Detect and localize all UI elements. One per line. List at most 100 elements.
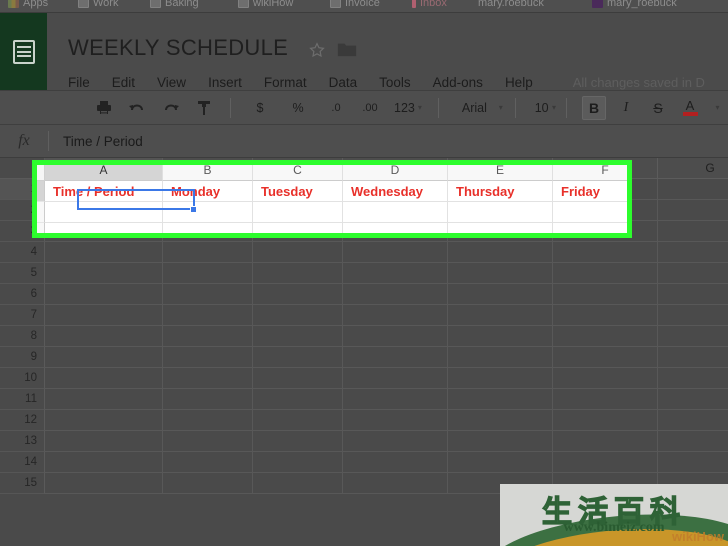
cell-C2[interactable]: [253, 200, 343, 221]
row-header-13[interactable]: 13: [0, 431, 45, 452]
menu-edit[interactable]: Edit: [112, 75, 135, 90]
star-outline-icon[interactable]: [308, 41, 326, 59]
cell-B11[interactable]: [163, 389, 253, 410]
percent-button[interactable]: %: [286, 96, 310, 120]
cell-E1[interactable]: Thursday: [448, 179, 553, 200]
cell-B7[interactable]: [163, 305, 253, 326]
cell-D12[interactable]: [343, 410, 448, 431]
row-header-4[interactable]: 4: [0, 242, 45, 263]
cell-F12[interactable]: [553, 410, 658, 431]
font-family-select[interactable]: Arial ▾: [456, 96, 509, 120]
cell-E14[interactable]: [448, 452, 553, 473]
bookmark-inbox[interactable]: Inbox: [412, 0, 447, 12]
row-header-7[interactable]: 7: [0, 305, 45, 326]
cell-B12[interactable]: [163, 410, 253, 431]
cell-E6[interactable]: [448, 284, 553, 305]
undo-button[interactable]: [124, 96, 150, 120]
row-header-1[interactable]: 1: [0, 179, 45, 200]
cell-C8[interactable]: [253, 326, 343, 347]
cell-E3[interactable]: [448, 221, 553, 242]
row-header-5[interactable]: 5: [0, 263, 45, 284]
column-header-a[interactable]: A: [45, 158, 163, 179]
cell-A4[interactable]: [45, 242, 163, 263]
cell-F8[interactable]: [553, 326, 658, 347]
cell-A12[interactable]: [45, 410, 163, 431]
cell-F1[interactable]: Friday: [553, 179, 658, 200]
print-button[interactable]: [92, 96, 116, 120]
cell-A8[interactable]: [45, 326, 163, 347]
cell-G13[interactable]: [658, 431, 728, 452]
row-header-14[interactable]: 14: [0, 452, 45, 473]
cell-G14[interactable]: [658, 452, 728, 473]
cell-C4[interactable]: [253, 242, 343, 263]
menu-file[interactable]: File: [68, 75, 90, 90]
redo-button[interactable]: [158, 96, 184, 120]
row-header-3[interactable]: 3: [0, 221, 45, 242]
row-header-10[interactable]: 10: [0, 368, 45, 389]
cell-A3[interactable]: [45, 221, 163, 242]
cell-F11[interactable]: [553, 389, 658, 410]
cell-F5[interactable]: [553, 263, 658, 284]
sheets-logo[interactable]: [0, 13, 47, 90]
cell-A15[interactable]: [45, 473, 163, 494]
bold-button[interactable]: B: [582, 95, 606, 120]
cell-D5[interactable]: [343, 263, 448, 284]
formula-input[interactable]: Time / Period: [49, 134, 143, 149]
cell-B4[interactable]: [163, 242, 253, 263]
menu-help[interactable]: Help: [505, 75, 533, 90]
cell-D6[interactable]: [343, 284, 448, 305]
font-size-select[interactable]: 10 ▾: [529, 96, 562, 120]
cell-C13[interactable]: [253, 431, 343, 452]
cell-B14[interactable]: [163, 452, 253, 473]
row-header-6[interactable]: 6: [0, 284, 45, 305]
cell-C10[interactable]: [253, 368, 343, 389]
decrease-decimal-button[interactable]: .0: [324, 96, 348, 120]
bookmark-work[interactable]: Work: [78, 0, 118, 12]
cell-E8[interactable]: [448, 326, 553, 347]
cell-G5[interactable]: [658, 263, 728, 284]
cell-D9[interactable]: [343, 347, 448, 368]
cell-E2[interactable]: [448, 200, 553, 221]
cell-F14[interactable]: [553, 452, 658, 473]
cell-B15[interactable]: [163, 473, 253, 494]
page-title[interactable]: WEEKLY SCHEDULE: [68, 35, 288, 61]
cell-C11[interactable]: [253, 389, 343, 410]
cell-D8[interactable]: [343, 326, 448, 347]
cell-E11[interactable]: [448, 389, 553, 410]
cell-E7[interactable]: [448, 305, 553, 326]
text-color-button[interactable]: A: [678, 96, 702, 120]
paint-format-button[interactable]: [192, 96, 216, 120]
cell-B9[interactable]: [163, 347, 253, 368]
cell-F3[interactable]: [553, 221, 658, 242]
bookmark-baking[interactable]: Baking: [150, 0, 199, 12]
row-header-9[interactable]: 9: [0, 347, 45, 368]
bookmark-mary-roebuck[interactable]: mary.roebuck: [478, 0, 544, 12]
menu-format[interactable]: Format: [264, 75, 307, 90]
cell-C5[interactable]: [253, 263, 343, 284]
cell-F9[interactable]: [553, 347, 658, 368]
cell-C1[interactable]: Tuesday: [253, 179, 343, 200]
cell-B6[interactable]: [163, 284, 253, 305]
menu-tools[interactable]: Tools: [379, 75, 411, 90]
strikethrough-button[interactable]: S: [646, 96, 670, 120]
currency-button[interactable]: $: [248, 96, 272, 120]
cell-C12[interactable]: [253, 410, 343, 431]
cell-D4[interactable]: [343, 242, 448, 263]
cell-A10[interactable]: [45, 368, 163, 389]
cell-B3[interactable]: [163, 221, 253, 242]
cell-F13[interactable]: [553, 431, 658, 452]
column-header-f[interactable]: F: [553, 158, 658, 179]
cell-B13[interactable]: [163, 431, 253, 452]
cell-C15[interactable]: [253, 473, 343, 494]
italic-button[interactable]: I: [614, 96, 638, 120]
bookmark-apps[interactable]: Apps: [8, 0, 48, 12]
cell-G10[interactable]: [658, 368, 728, 389]
cell-F6[interactable]: [553, 284, 658, 305]
cell-G11[interactable]: [658, 389, 728, 410]
cell-C14[interactable]: [253, 452, 343, 473]
menu-addons[interactable]: Add-ons: [433, 75, 483, 90]
cell-G4[interactable]: [658, 242, 728, 263]
cell-C3[interactable]: [253, 221, 343, 242]
cell-A11[interactable]: [45, 389, 163, 410]
cell-A5[interactable]: [45, 263, 163, 284]
